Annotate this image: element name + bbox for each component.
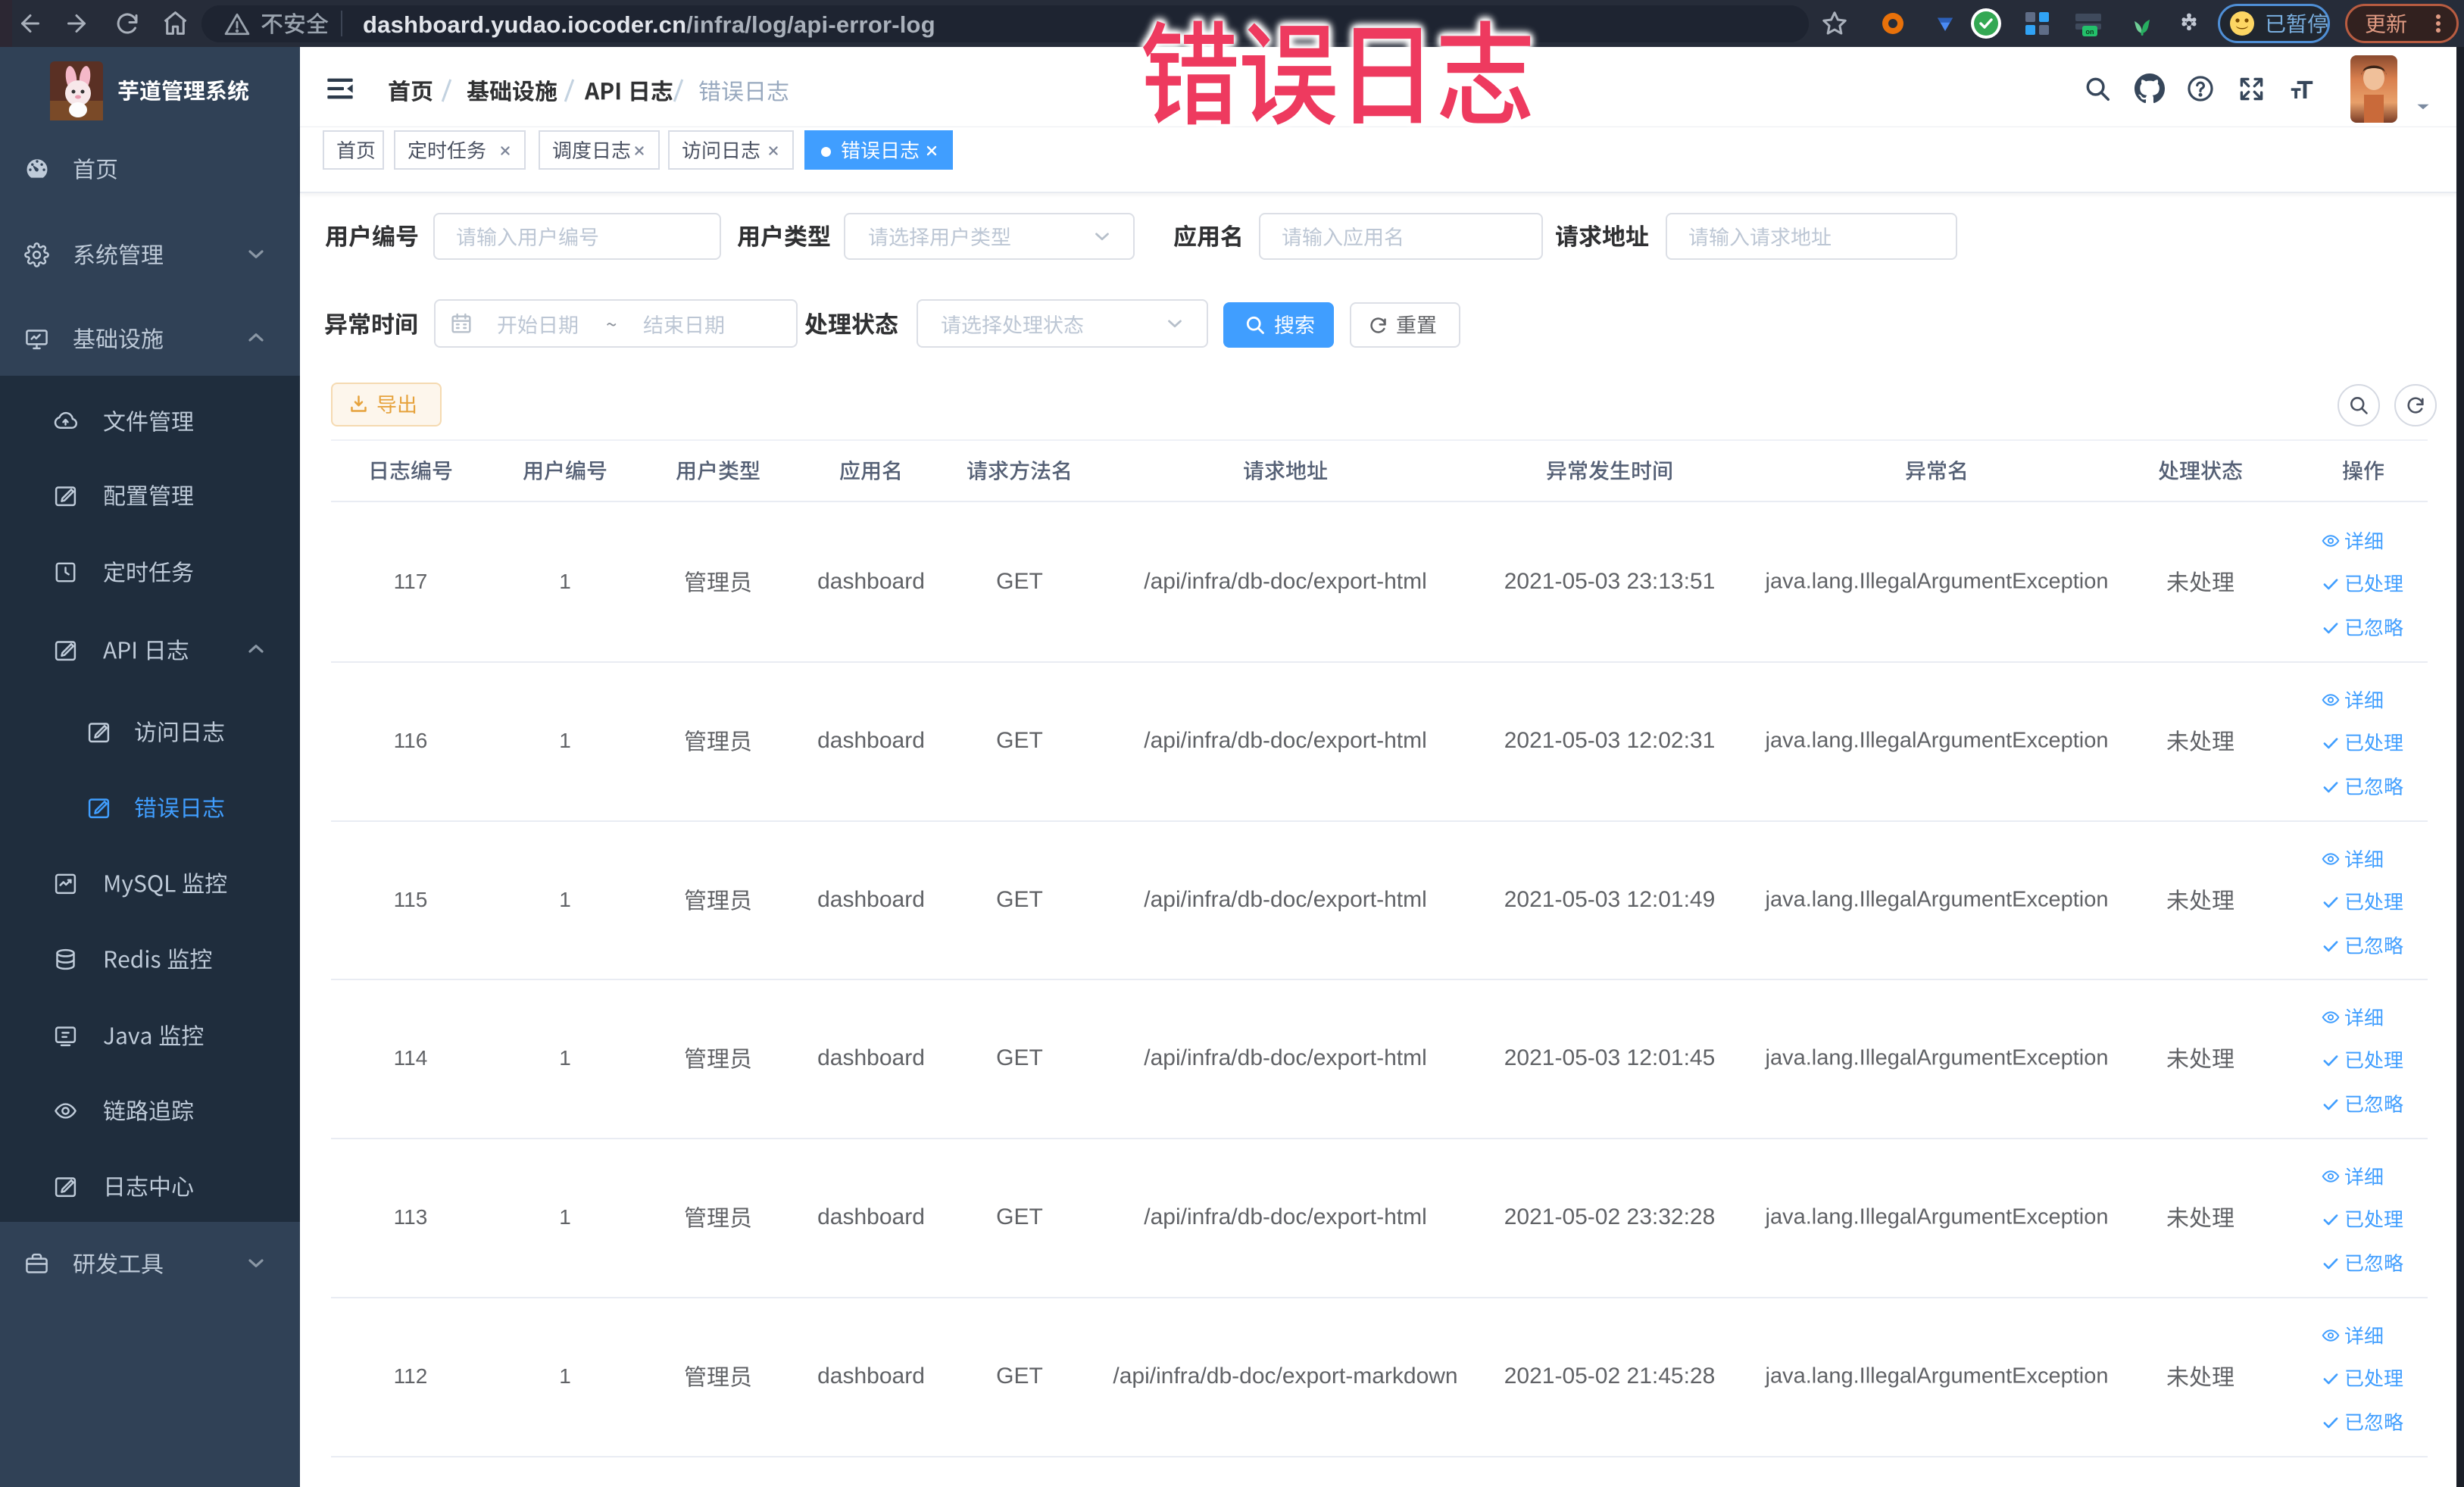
svg-text:on: on xyxy=(2086,28,2094,36)
